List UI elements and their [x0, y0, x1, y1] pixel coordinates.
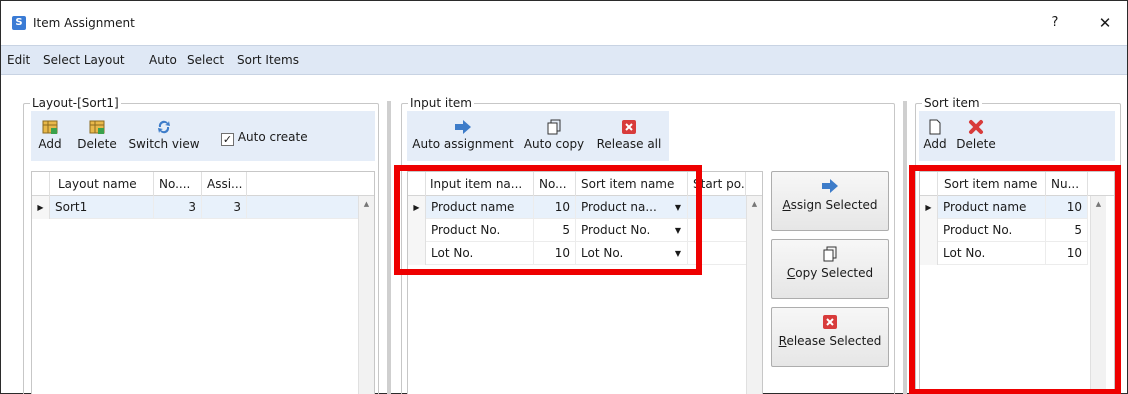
sort-item-dropdown[interactable]: Product No. ▼: [576, 219, 688, 242]
auto-create-label: Auto create: [237, 130, 308, 144]
table-row[interactable]: ▶ Product name 10: [920, 196, 1088, 219]
row-pointer-icon: ▶: [32, 196, 50, 219]
menu-select[interactable]: Select: [187, 53, 224, 67]
menu-bar: Edit Select Layout Auto Select Sort Item…: [1, 45, 1127, 75]
close-box-icon: [823, 315, 837, 329]
table-row[interactable]: Lot No. 10 Lot No. ▼: [408, 242, 746, 265]
layout-group-title: Layout-[Sort1]: [30, 96, 121, 110]
sort-group-title: Sort item: [922, 96, 982, 110]
col-number[interactable]: Nu...: [1046, 172, 1088, 196]
help-button[interactable]: ?: [1041, 11, 1069, 35]
delete-x-icon: [969, 120, 983, 134]
table-row[interactable]: ▶ Product name 10 Product na... ▼: [408, 196, 746, 219]
chevron-down-icon: ▼: [674, 226, 681, 235]
sort-item-grid: Sort item name Nu... ▶ Product name 10 P…: [919, 171, 1115, 394]
table-row[interactable]: ▶ Sort1 3 3: [32, 196, 358, 219]
row-pointer-icon: ▶: [920, 196, 938, 219]
sort-toolbar: Add Delete: [919, 111, 1115, 161]
table-row[interactable]: Product No. 5 Product No. ▼: [408, 219, 746, 242]
layout-grid: Layout name No.... Assi... ▶ Sort1 3 3 ▲: [31, 171, 375, 394]
refresh-icon: [158, 120, 170, 134]
sort-delete-button[interactable]: Delete: [953, 119, 999, 151]
col-layout-name[interactable]: Layout name: [50, 172, 154, 196]
table-row[interactable]: Product No. 5: [920, 219, 1088, 242]
release-selected-button[interactable]: Release Selected: [771, 307, 889, 367]
scroll-up-icon: ▲: [1095, 200, 1102, 208]
col-assigned[interactable]: Assi...: [202, 172, 247, 196]
layout-toolbar: Add Delete Switch view ✓ Auto create: [31, 111, 375, 161]
layout-add-button[interactable]: Add: [33, 119, 67, 151]
input-grid-scrollbar[interactable]: ▲: [746, 196, 762, 394]
sort-grid-header: Sort item name Nu...: [920, 172, 1114, 196]
sort-add-button[interactable]: Add: [921, 119, 949, 151]
sort-item-dropdown[interactable]: Product na... ▼: [576, 196, 688, 219]
assign-selected-button[interactable]: Assign Selected: [771, 171, 889, 231]
input-item-grid: Input item na... No... Sort item name St…: [407, 171, 763, 394]
scroll-up-icon: ▲: [751, 200, 758, 208]
grid-add-icon: [42, 120, 58, 134]
layout-delete-button[interactable]: Delete: [73, 119, 121, 151]
new-document-icon: [929, 119, 941, 135]
menu-sort-items[interactable]: Sort Items: [237, 53, 299, 67]
input-group-title: Input item: [408, 96, 474, 110]
col-sort-item-name[interactable]: Sort item name: [576, 172, 688, 196]
col-start-position[interactable]: Start po...: [688, 172, 746, 196]
menu-select-layout[interactable]: Select Layout: [43, 53, 125, 67]
arrow-right-icon: [822, 179, 838, 193]
close-box-icon: [622, 120, 636, 134]
checkmark-icon: ✓: [221, 133, 234, 146]
copy-selected-button[interactable]: Copy Selected: [771, 239, 889, 299]
col-no[interactable]: No....: [154, 172, 202, 196]
grid-delete-icon: [89, 120, 105, 134]
scroll-up-icon: ▲: [363, 200, 370, 208]
splitter[interactable]: [903, 101, 907, 394]
splitter[interactable]: [387, 101, 391, 394]
auto-assignment-button[interactable]: Auto assignment: [409, 119, 517, 151]
menu-edit[interactable]: Edit: [7, 53, 30, 67]
title-bar: S Item Assignment ? ✕: [1, 1, 1127, 45]
layout-scrollbar[interactable]: ▲: [358, 196, 374, 394]
input-toolbar: Auto assignment Auto copy Release all: [407, 111, 669, 161]
copy-icon: [823, 246, 837, 262]
col-sort-item-name[interactable]: Sort item name: [938, 172, 1046, 196]
arrow-right-icon: [455, 120, 471, 134]
app-icon: S: [12, 16, 26, 30]
release-all-button[interactable]: Release all: [593, 119, 665, 151]
auto-create-checkbox[interactable]: ✓ Auto create: [221, 130, 321, 146]
chevron-down-icon: ▼: [674, 203, 681, 212]
row-pointer-icon: ▶: [408, 196, 426, 219]
auto-copy-button[interactable]: Auto copy: [519, 119, 589, 151]
col-input-item-name[interactable]: Input item na...: [426, 172, 534, 196]
menu-auto[interactable]: Auto: [149, 53, 177, 67]
sort-grid-scrollbar[interactable]: ▲: [1090, 196, 1106, 394]
chevron-down-icon: ▼: [674, 249, 681, 258]
switch-view-button[interactable]: Switch view: [121, 119, 207, 151]
layout-grid-header: Layout name No.... Assi...: [32, 172, 374, 196]
sort-item-dropdown[interactable]: Lot No. ▼: [576, 242, 688, 265]
close-button[interactable]: ✕: [1091, 11, 1119, 35]
table-row[interactable]: Lot No. 10: [920, 242, 1088, 265]
col-no[interactable]: No...: [534, 172, 576, 196]
window-title: Item Assignment: [33, 16, 135, 30]
item-assignment-window: S Item Assignment ? ✕ Edit Select Layout…: [0, 0, 1128, 394]
input-grid-header: Input item na... No... Sort item name St…: [408, 172, 762, 196]
copy-icon: [547, 119, 561, 135]
